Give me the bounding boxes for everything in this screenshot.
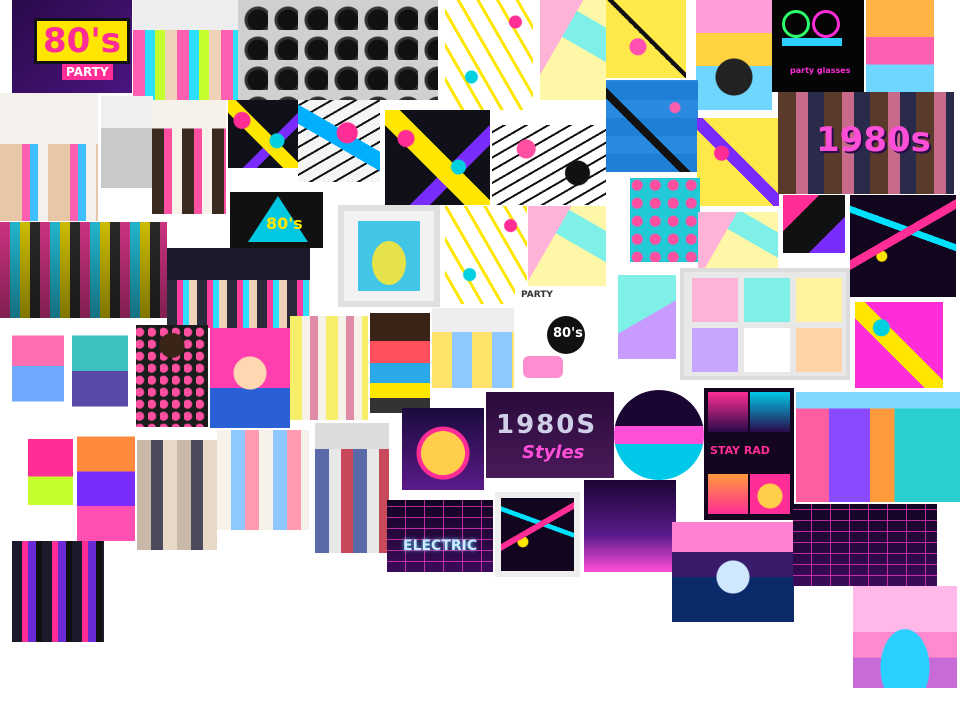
80s-triangle-banner: 80's [230,192,323,248]
photo-fashion-catalog [315,423,389,553]
photo-color-block-sweater [370,313,430,413]
yellow-shapes-pattern [606,0,686,78]
palm-sunset-square [402,408,484,490]
party-sign: PARTY [521,290,553,300]
pastel-abstract [618,275,676,359]
photo-pastel-tees [432,308,514,388]
glow-glasses-tile: party glasses [772,0,864,92]
photo-vinyl-wall [238,0,438,100]
pool-palm-art [853,586,957,688]
eighties-badge: 80's [553,326,583,341]
photo-jumpsuit-2 [72,320,128,422]
glow-caption: party glasses [790,66,851,75]
styles-main-text: 1980S [496,410,598,440]
blue-triangle-pattern [606,80,698,172]
pastel-geometric-2 [528,206,606,286]
electric-neon-tile: ELECTRIC [387,500,493,572]
photo-jumpsuit-1 [12,320,64,422]
photo-yellow-pants [290,316,368,420]
80s-party-logo-tile: 80's PARTY [12,0,132,93]
photo-neon-party [167,248,310,328]
photo-women-leggings [152,100,226,214]
memphis-dark-tile [228,100,298,168]
electric-text: ELECTRIC [403,538,478,554]
banner-80s-text: 80's [266,214,303,233]
photo-prom-group [12,541,104,642]
photo-patterned-dress [136,325,208,427]
photo-pink-backdrop [210,328,290,428]
photo-group-vintage [137,440,217,550]
styles-script-text: Styles [522,442,585,463]
photo-costume-group [0,93,98,221]
memphis-pink-pattern [697,118,779,206]
photo-white-outfit [101,96,153,188]
framed-neon-print [495,492,580,577]
moodboard-collage: 80's PARTY party glasses 1980s 80's PART… [0,0,960,720]
purple-mountain-grid [584,480,676,572]
memphis-pattern-1 [445,0,533,110]
memphis-pattern-4 [855,302,943,388]
stay-rad-grid: STAY RAD [704,388,794,520]
sunset-city-circle [614,390,704,480]
1980s-styles-tile: 1980S Styles [486,392,614,478]
party-logo-text: 80's [34,18,130,64]
neon-dark-small [783,195,845,253]
photo-dancers-neon [133,0,238,100]
teal-memphis-pattern [630,178,700,262]
1980s-title-collage: 1980s [778,92,954,194]
cassette-roller-skate: PARTY 80's [515,286,615,390]
photo-neon-girl [28,425,73,519]
neon-triangles-pattern [850,195,956,297]
pineapple-print [338,205,440,307]
pastel-geometric-1 [540,0,606,100]
photo-party-decor [696,0,772,110]
title-1980s: 1980s [816,120,931,160]
memphis-circle-tile [492,125,606,205]
photo-dance-floor [0,222,167,318]
photo-shirts-women [217,430,309,530]
memphis-pattern-2 [298,100,380,182]
pink-dots-tile [698,212,778,268]
moon-grid-landscape [672,522,794,622]
photo-boombox-girl [77,425,135,541]
memphis-pattern-3 [385,110,490,205]
stay-rad-text: STAY RAD [710,444,770,457]
pink-grid-horizon [793,504,937,586]
retro-room-interior [796,392,960,502]
memphis-print-set [680,268,850,380]
party-logo-sub: PARTY [62,64,113,80]
photo-cake [866,0,934,92]
